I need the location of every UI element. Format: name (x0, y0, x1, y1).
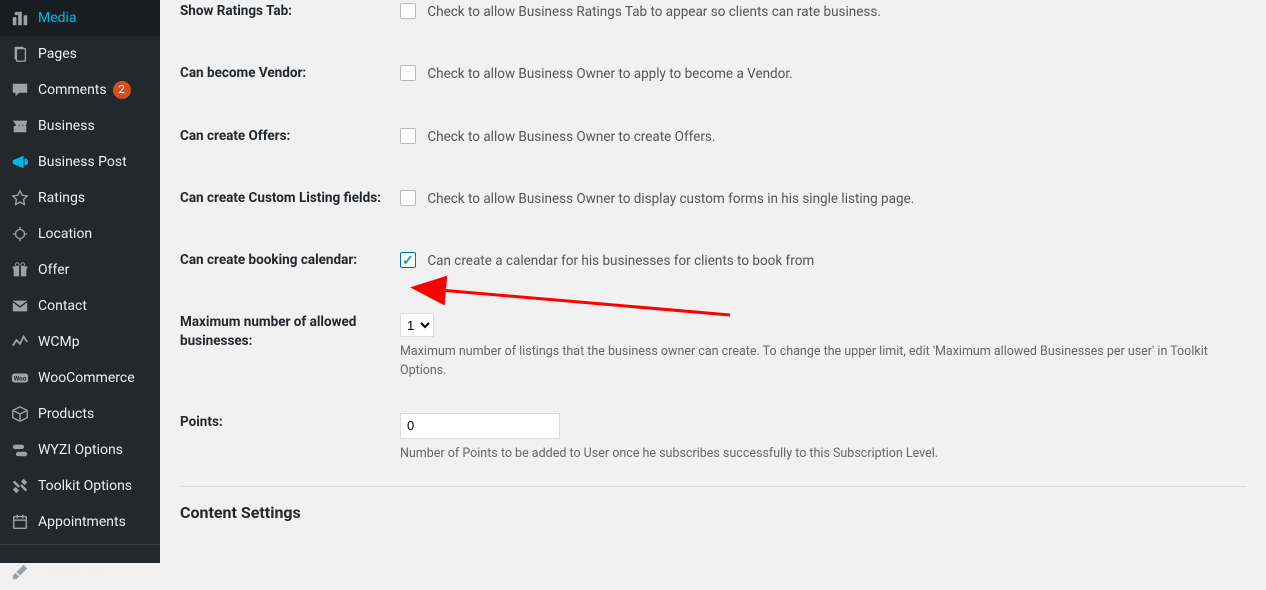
become-vendor-label: Can become Vendor: (180, 64, 400, 83)
max-businesses-select[interactable]: 1 (400, 313, 434, 337)
comment-icon (10, 80, 30, 100)
sidebar-item-label: Business (38, 118, 95, 134)
content-settings-heading: Content Settings (180, 503, 1246, 522)
sidebar-item-media[interactable]: Media (0, 0, 160, 36)
sidebar-item-appointments[interactable]: Appointments (0, 504, 160, 540)
create-offers-checkbox[interactable] (400, 128, 416, 144)
sidebar-item-label: Products (38, 406, 94, 422)
star-icon (10, 188, 30, 208)
analytics-icon (10, 332, 30, 352)
mail-icon (10, 296, 30, 316)
svg-text:Woo: Woo (14, 375, 27, 383)
sidebar-item-label: Ratings (38, 190, 85, 206)
sidebar-item-wcmp[interactable]: WCMp (0, 324, 160, 360)
create-offers-label: Can create Offers: (180, 127, 400, 146)
sidebar-item-comments[interactable]: Comments 2 (0, 72, 160, 108)
brush-icon (10, 562, 30, 582)
sidebar-item-toolkit-options[interactable]: Toolkit Options (0, 468, 160, 504)
sidebar-item-offer[interactable]: Offer (0, 252, 160, 288)
points-label: Points: (180, 413, 400, 432)
sidebar-item-label: WYZI Options (38, 442, 123, 458)
sidebar-separator (0, 544, 160, 550)
points-input[interactable] (400, 413, 560, 439)
sidebar-item-label: Offer (38, 262, 69, 278)
toggles-icon (10, 440, 30, 460)
sidebar-item-woocommerce[interactable]: Woo WooCommerce (0, 360, 160, 396)
location-icon (10, 224, 30, 244)
sidebar-item-ratings[interactable]: Ratings (0, 180, 160, 216)
sidebar-item-label: Pages (38, 46, 77, 62)
sidebar-item-location[interactable]: Location (0, 216, 160, 252)
woo-icon: Woo (10, 368, 30, 388)
sidebar-item-label: Media (38, 10, 77, 26)
max-businesses-label: Maximum number of allowed businesses: (180, 313, 400, 351)
sidebar-item-pages[interactable]: Pages (0, 36, 160, 72)
booking-calendar-checkbox[interactable] (400, 252, 416, 268)
megaphone-icon (10, 152, 30, 172)
page-icon (10, 44, 30, 64)
section-divider (180, 486, 1246, 487)
admin-sidebar: Media Pages Comments 2 Business Business… (0, 0, 160, 563)
sidebar-item-products[interactable]: Products (0, 396, 160, 432)
booking-calendar-label: Can create booking calendar: (180, 251, 400, 270)
tools-icon (10, 476, 30, 496)
custom-listing-checkbox[interactable] (400, 190, 416, 206)
sidebar-item-contact[interactable]: Contact (0, 288, 160, 324)
booking-calendar-desc: Can create a calendar for his businesses… (427, 253, 814, 269)
box-icon (10, 404, 30, 424)
create-offers-desc: Check to allow Business Owner to create … (427, 129, 715, 145)
sidebar-item-label: Toolkit Options (38, 478, 132, 494)
sidebar-item-appearance[interactable]: Appearance (0, 554, 160, 590)
sidebar-item-label: Appearance (38, 564, 112, 580)
sidebar-item-wyzi-options[interactable]: WYZI Options (0, 432, 160, 468)
become-vendor-checkbox[interactable] (400, 65, 416, 81)
media-icon (10, 8, 30, 28)
sidebar-item-label: Appointments (38, 514, 126, 530)
sidebar-item-label: Contact (38, 298, 87, 314)
points-help: Number of Points to be added to User onc… (400, 445, 1246, 464)
custom-listing-label: Can create Custom Listing fields: (180, 189, 400, 208)
sidebar-item-business-post[interactable]: Business Post (0, 144, 160, 180)
gift-icon (10, 260, 30, 280)
sidebar-item-label: Business Post (38, 154, 127, 170)
sidebar-item-label: WCMp (38, 334, 80, 350)
settings-form: Show Ratings Tab: Check to allow Busines… (160, 0, 1266, 563)
sidebar-item-business[interactable]: Business (0, 108, 160, 144)
store-icon (10, 116, 30, 136)
sidebar-item-label: WooCommerce (38, 370, 135, 386)
max-businesses-help: Maximum number of listings that the busi… (400, 343, 1246, 381)
sidebar-item-label: Location (38, 226, 92, 242)
comments-badge: 2 (113, 81, 131, 99)
show-ratings-tab-desc: Check to allow Business Ratings Tab to a… (427, 4, 881, 20)
become-vendor-desc: Check to allow Business Owner to apply t… (427, 66, 792, 82)
show-ratings-tab-label: Show Ratings Tab: (180, 2, 400, 21)
calendar-icon (10, 512, 30, 532)
custom-listing-desc: Check to allow Business Owner to display… (427, 191, 914, 207)
show-ratings-tab-checkbox[interactable] (400, 3, 416, 19)
sidebar-item-label: Comments (38, 82, 107, 98)
